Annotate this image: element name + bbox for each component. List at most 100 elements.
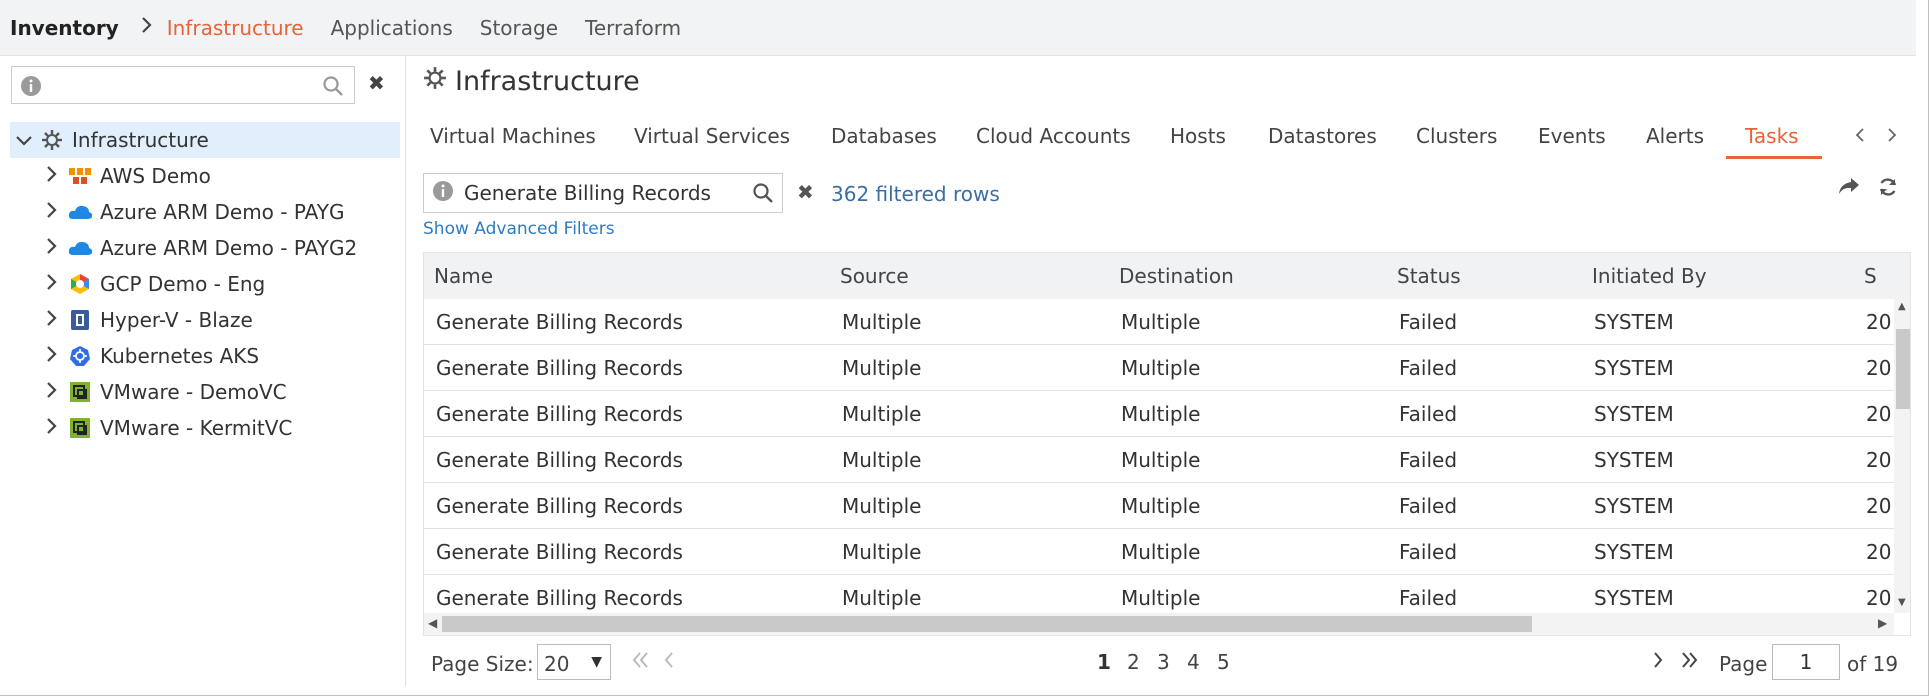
cell-name: Generate Billing Records <box>436 448 683 472</box>
table-row[interactable]: Generate Billing Records Multiple Multip… <box>424 345 1894 391</box>
main-content: Infrastructure Virtual Machines Virtual … <box>407 56 1917 686</box>
tab-virtual-services[interactable]: Virtual Services <box>634 124 790 148</box>
cell-status: Failed <box>1399 448 1458 472</box>
refresh-icon[interactable] <box>1877 176 1899 202</box>
tab-bar: Virtual Machines Virtual Services Databa… <box>407 116 1917 160</box>
tab-datastores[interactable]: Datastores <box>1268 124 1377 148</box>
chevron-right-icon[interactable] <box>38 308 66 332</box>
tree-item-aws-demo[interactable]: AWS Demo <box>38 158 428 194</box>
table-row[interactable]: Generate Billing Records Multiple Multip… <box>424 529 1894 575</box>
tree-item-vmware-kermitvc[interactable]: VMware - KermitVC <box>38 410 428 446</box>
chevron-right-icon[interactable] <box>38 344 66 368</box>
cell-destination: Multiple <box>1121 356 1201 380</box>
page-2-link[interactable]: 2 <box>1127 650 1140 674</box>
tab-virtual-machines[interactable]: Virtual Machines <box>430 124 596 148</box>
vertical-scroll-thumb[interactable] <box>1896 329 1910 409</box>
cell-initiated-by: SYSTEM <box>1594 586 1674 610</box>
column-header-destination[interactable]: Destination <box>1119 264 1234 288</box>
nav-terraform[interactable]: Terraform <box>585 16 681 40</box>
vmware-icon <box>66 416 94 440</box>
table-row[interactable]: Generate Billing Records Multiple Multip… <box>424 391 1894 437</box>
task-filter-input[interactable]: Generate Billing Records <box>423 173 783 213</box>
cell-source: Multiple <box>842 540 922 564</box>
filter-value: Generate Billing Records <box>464 181 711 205</box>
table-row[interactable]: Generate Billing Records Multiple Multip… <box>424 437 1894 483</box>
page-5-link[interactable]: 5 <box>1217 650 1230 674</box>
column-header-initiated-by[interactable]: Initiated By <box>1592 264 1707 288</box>
chevron-right-icon[interactable] <box>38 272 66 296</box>
tree-item-hyperv-blaze[interactable]: Hyper-V - Blaze <box>38 302 428 338</box>
scroll-up-icon[interactable]: ▲ <box>1898 301 1906 312</box>
first-page-icon[interactable] <box>631 650 651 675</box>
column-header-source[interactable]: Source <box>840 264 909 288</box>
next-page-icon[interactable] <box>1652 650 1664 675</box>
chevron-right-icon[interactable] <box>38 200 66 224</box>
tabs-scroll-left-icon[interactable] <box>1855 124 1865 148</box>
page-number-input[interactable] <box>1772 644 1840 680</box>
cell-destination: Multiple <box>1121 494 1201 518</box>
chevron-down-icon[interactable] <box>10 128 38 152</box>
tab-databases[interactable]: Databases <box>831 124 937 148</box>
info-icon <box>20 75 42 101</box>
nav-infrastructure[interactable]: Infrastructure <box>167 16 304 40</box>
page-title-text: Infrastructure <box>455 66 640 97</box>
chevron-right-icon[interactable] <box>38 236 66 260</box>
clear-filter-icon[interactable]: ✖ <box>797 180 814 204</box>
tree-item-label: VMware - KermitVC <box>100 416 293 440</box>
tab-hosts[interactable]: Hosts <box>1170 124 1226 148</box>
tab-events[interactable]: Events <box>1538 124 1606 148</box>
inventory-breadcrumb[interactable]: Inventory <box>10 16 119 40</box>
chevron-right-icon[interactable] <box>38 416 66 440</box>
cell-start: 20 <box>1866 356 1892 380</box>
cell-source: Multiple <box>842 402 922 426</box>
vertical-scrollbar[interactable]: ▲ ▼ <box>1894 299 1910 613</box>
tab-cloud-accounts[interactable]: Cloud Accounts <box>976 124 1131 148</box>
tabs-scroll-right-icon[interactable] <box>1887 124 1897 148</box>
tasks-table: Name Source Destination Status Initiated… <box>423 252 1911 636</box>
column-header-start[interactable]: S <box>1864 264 1877 288</box>
tree-item-infrastructure[interactable]: Infrastructure <box>10 122 400 158</box>
tree-search-input[interactable] <box>11 66 355 104</box>
show-advanced-filters-link[interactable]: Show Advanced Filters <box>423 219 615 239</box>
previous-page-icon[interactable] <box>663 650 675 675</box>
cell-destination: Multiple <box>1121 586 1201 610</box>
tab-tasks[interactable]: Tasks <box>1745 124 1799 148</box>
page-4-link[interactable]: 4 <box>1187 650 1200 674</box>
horizontal-scrollbar[interactable]: ◀ ▶ <box>424 613 1894 635</box>
tree-item-azure-payg2[interactable]: Azure ARM Demo - PAYG2 <box>38 230 428 266</box>
chevron-right-icon[interactable] <box>38 380 66 404</box>
horizontal-scroll-thumb[interactable] <box>442 616 1532 632</box>
azure-cloud-icon <box>66 200 94 224</box>
tree-item-azure-payg[interactable]: Azure ARM Demo - PAYG <box>38 194 428 230</box>
cell-source: Multiple <box>842 586 922 610</box>
page-3-link[interactable]: 3 <box>1157 650 1170 674</box>
tab-alerts[interactable]: Alerts <box>1646 124 1704 148</box>
aws-icon <box>66 164 94 188</box>
tab-clusters[interactable]: Clusters <box>1416 124 1497 148</box>
search-icon[interactable] <box>752 182 774 209</box>
search-icon[interactable] <box>322 75 344 101</box>
column-header-name[interactable]: Name <box>434 264 493 288</box>
table-row[interactable]: Generate Billing Records Multiple Multip… <box>424 483 1894 529</box>
scroll-down-icon[interactable]: ▼ <box>1898 597 1906 608</box>
gear-icon <box>423 66 447 97</box>
infrastructure-tree-panel: ✖ Infrastructure AWS Demo Azure ARM Demo… <box>0 56 406 686</box>
tree-item-kubernetes-aks[interactable]: Kubernetes AKS <box>38 338 428 374</box>
clear-search-icon[interactable]: ✖ <box>368 71 385 95</box>
table-row[interactable]: Generate Billing Records Multiple Multip… <box>424 299 1894 345</box>
column-header-status[interactable]: Status <box>1397 264 1461 288</box>
tree-item-gcp-demo[interactable]: GCP Demo - Eng <box>38 266 428 302</box>
cell-start: 20 <box>1866 448 1892 472</box>
page-size-select[interactable]: 20 ▼ <box>537 644 611 680</box>
scroll-right-icon[interactable]: ▶ <box>1878 616 1887 630</box>
nav-storage[interactable]: Storage <box>480 16 558 40</box>
chevron-right-icon[interactable] <box>38 164 66 188</box>
share-icon[interactable] <box>1837 176 1861 200</box>
nav-applications[interactable]: Applications <box>331 16 453 40</box>
last-page-icon[interactable] <box>1679 650 1699 675</box>
tree-item-vmware-demovc[interactable]: VMware - DemoVC <box>38 374 428 410</box>
scroll-left-icon[interactable]: ◀ <box>428 616 437 630</box>
cell-status: Failed <box>1399 356 1458 380</box>
azure-cloud-icon <box>66 236 94 260</box>
page-1-link[interactable]: 1 <box>1097 650 1111 674</box>
